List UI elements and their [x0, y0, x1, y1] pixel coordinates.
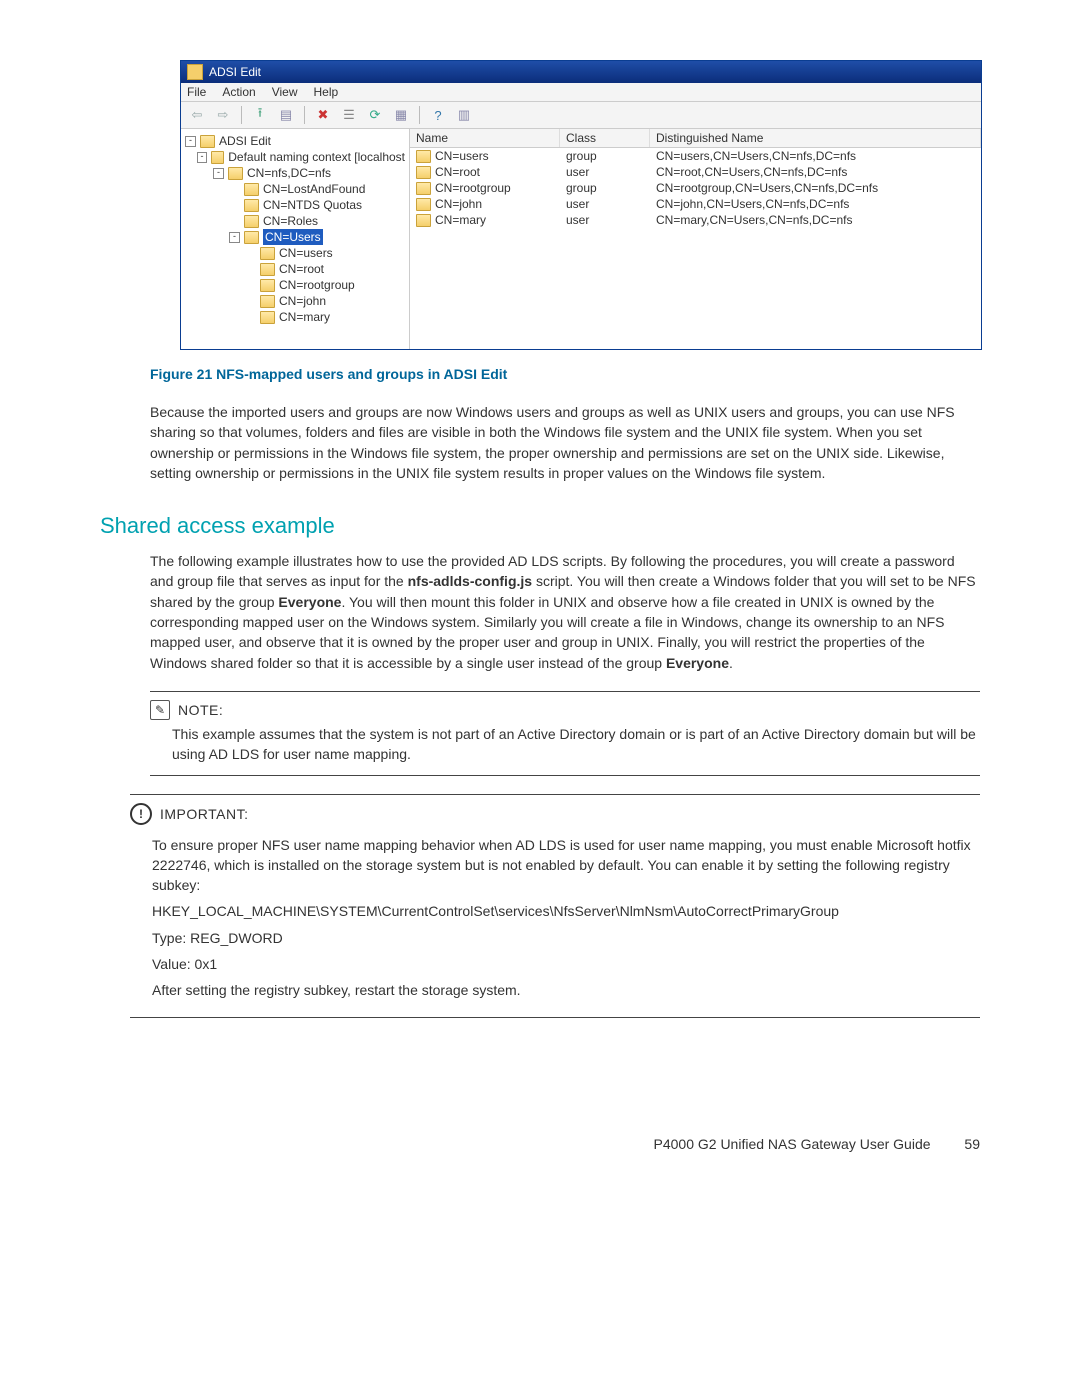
tree-item[interactable]: CN=users — [185, 245, 405, 261]
menu-action[interactable]: Action — [222, 85, 255, 99]
back-arrow-icon[interactable]: ⇦ — [187, 105, 207, 125]
refresh-icon[interactable]: ⟳ — [365, 105, 385, 125]
tree-item-label: CN=NTDS Quotas — [263, 197, 362, 213]
tree-expander-icon[interactable]: - — [213, 168, 224, 179]
help-icon[interactable]: ? — [428, 105, 448, 125]
tree-item-label: Default naming context [localhost — [228, 149, 405, 165]
list-item[interactable]: CN=rootgroupgroupCN=rootgroup,CN=Users,C… — [410, 180, 981, 196]
tree-expander-icon[interactable]: - — [197, 152, 207, 163]
tree-item-label: CN=john — [279, 293, 326, 309]
tree-item[interactable]: - CN=Users — [185, 229, 405, 245]
tree-item[interactable]: CN=NTDS Quotas — [185, 197, 405, 213]
menu-view[interactable]: View — [272, 85, 298, 99]
folder-icon — [228, 167, 243, 180]
menu-help[interactable]: Help — [314, 85, 339, 99]
folder-icon — [260, 311, 275, 324]
tree-item[interactable]: - CN=nfs,DC=nfs — [185, 165, 405, 181]
folder-icon — [244, 199, 259, 212]
page-footer: P4000 G2 Unified NAS Gateway User Guide … — [0, 1076, 1080, 1192]
section-heading: Shared access example — [100, 513, 980, 539]
tree-pane[interactable]: -ADSI Edit-Default naming context [local… — [181, 129, 410, 349]
list-icon[interactable]: ☰ — [339, 105, 359, 125]
tree-item[interactable]: CN=LostAndFound — [185, 181, 405, 197]
folder-icon — [260, 295, 275, 308]
tree-item-label: CN=rootgroup — [279, 277, 355, 293]
tree-item-label: CN=nfs,DC=nfs — [247, 165, 331, 181]
tree-item-label: CN=Users — [263, 229, 323, 245]
important-icon: ! — [130, 803, 152, 825]
tree-item[interactable]: CN=mary — [185, 309, 405, 325]
important-body: To ensure proper NFS user name mapping b… — [130, 835, 980, 1017]
window-title: ADSI Edit — [209, 65, 261, 79]
col-name[interactable]: Name — [410, 129, 560, 147]
footer-doc-title: P4000 G2 Unified NAS Gateway User Guide — [654, 1136, 931, 1152]
menu-file[interactable]: File — [187, 85, 206, 99]
folder-icon — [416, 182, 431, 195]
app-icon — [187, 64, 203, 80]
col-dn[interactable]: Distinguished Name — [650, 129, 981, 147]
folder-icon — [260, 279, 275, 292]
tree-item-label: CN=LostAndFound — [263, 181, 365, 197]
show-tree-icon[interactable]: ▤ — [276, 105, 296, 125]
window-titlebar: ADSI Edit — [181, 61, 981, 83]
tree-expander-icon[interactable]: - — [185, 136, 196, 147]
up-folder-icon[interactable]: ⭱ — [250, 105, 270, 125]
folder-icon — [416, 214, 431, 227]
note-callout: ✎ NOTE: This example assumes that the sy… — [150, 691, 980, 776]
menu-bar: File Action View Help — [181, 83, 981, 102]
important-callout: ! IMPORTANT: To ensure proper NFS user n… — [130, 794, 980, 1018]
tree-item[interactable]: CN=root — [185, 261, 405, 277]
important-label: IMPORTANT: — [160, 806, 249, 822]
figure-description-paragraph: Because the imported users and groups ar… — [150, 402, 980, 483]
folder-icon — [416, 150, 431, 163]
note-label: NOTE: — [178, 702, 223, 718]
footer-page-number: 59 — [964, 1136, 980, 1152]
folder-icon — [244, 183, 259, 196]
folder-icon — [244, 215, 259, 228]
list-item[interactable]: CN=maryuserCN=mary,CN=Users,CN=nfs,DC=nf… — [410, 212, 981, 228]
tree-item-label: CN=mary — [279, 309, 330, 325]
figure-caption: Figure 21 NFS-mapped users and groups in… — [150, 366, 980, 382]
list-item[interactable]: CN=johnuserCN=john,CN=Users,CN=nfs,DC=nf… — [410, 196, 981, 212]
folder-icon — [416, 198, 431, 211]
tree-item[interactable]: - Default naming context [localhost — [185, 149, 405, 165]
folder-icon — [200, 135, 215, 148]
tree-item[interactable]: CN=rootgroup — [185, 277, 405, 293]
tree-item[interactable]: CN=john — [185, 293, 405, 309]
col-class[interactable]: Class — [560, 129, 650, 147]
toolbar: ⇦ ⇨ ⭱ ▤ ✖ ☰ ⟳ ▦? ▥ — [181, 102, 981, 129]
tree-item-label: CN=Roles — [263, 213, 318, 229]
toolbar-separator — [304, 106, 305, 124]
delete-icon[interactable]: ✖ — [313, 105, 333, 125]
forward-arrow-icon[interactable]: ⇨ — [213, 105, 233, 125]
section-paragraph: The following example illustrates how to… — [150, 551, 980, 673]
tree-item[interactable]: - ADSI Edit — [185, 133, 405, 149]
tree-expander-icon[interactable]: - — [229, 232, 240, 243]
adsi-edit-window: ADSI Edit File Action View Help ⇦ ⇨ ⭱ ▤ ✖ ☰ ⟳ ▦… — [180, 60, 982, 350]
tree-item[interactable]: CN=Roles — [185, 213, 405, 229]
panel-icon[interactable]: ▥ — [454, 105, 474, 125]
folder-icon — [211, 151, 224, 164]
tree-item-label: ADSI Edit — [219, 133, 271, 149]
folder-icon — [416, 166, 431, 179]
export-icon[interactable]: ▦ — [391, 105, 411, 125]
list-header: Name Class Distinguished Name — [410, 129, 981, 148]
list-item[interactable]: CN=rootuserCN=root,CN=Users,CN=nfs,DC=nf… — [410, 164, 981, 180]
note-icon: ✎ — [150, 700, 170, 720]
toolbar-separator — [241, 106, 242, 124]
toolbar-separator — [419, 106, 420, 124]
folder-icon — [260, 247, 275, 260]
folder-icon — [244, 231, 259, 244]
note-body: This example assumes that the system is … — [150, 724, 980, 775]
tree-item-label: CN=users — [279, 245, 333, 261]
folder-icon — [260, 263, 275, 276]
list-pane[interactable]: Name Class Distinguished Name CN=usersgr… — [410, 129, 981, 349]
list-item[interactable]: CN=usersgroupCN=users,CN=Users,CN=nfs,DC… — [410, 148, 981, 164]
tree-item-label: CN=root — [279, 261, 324, 277]
